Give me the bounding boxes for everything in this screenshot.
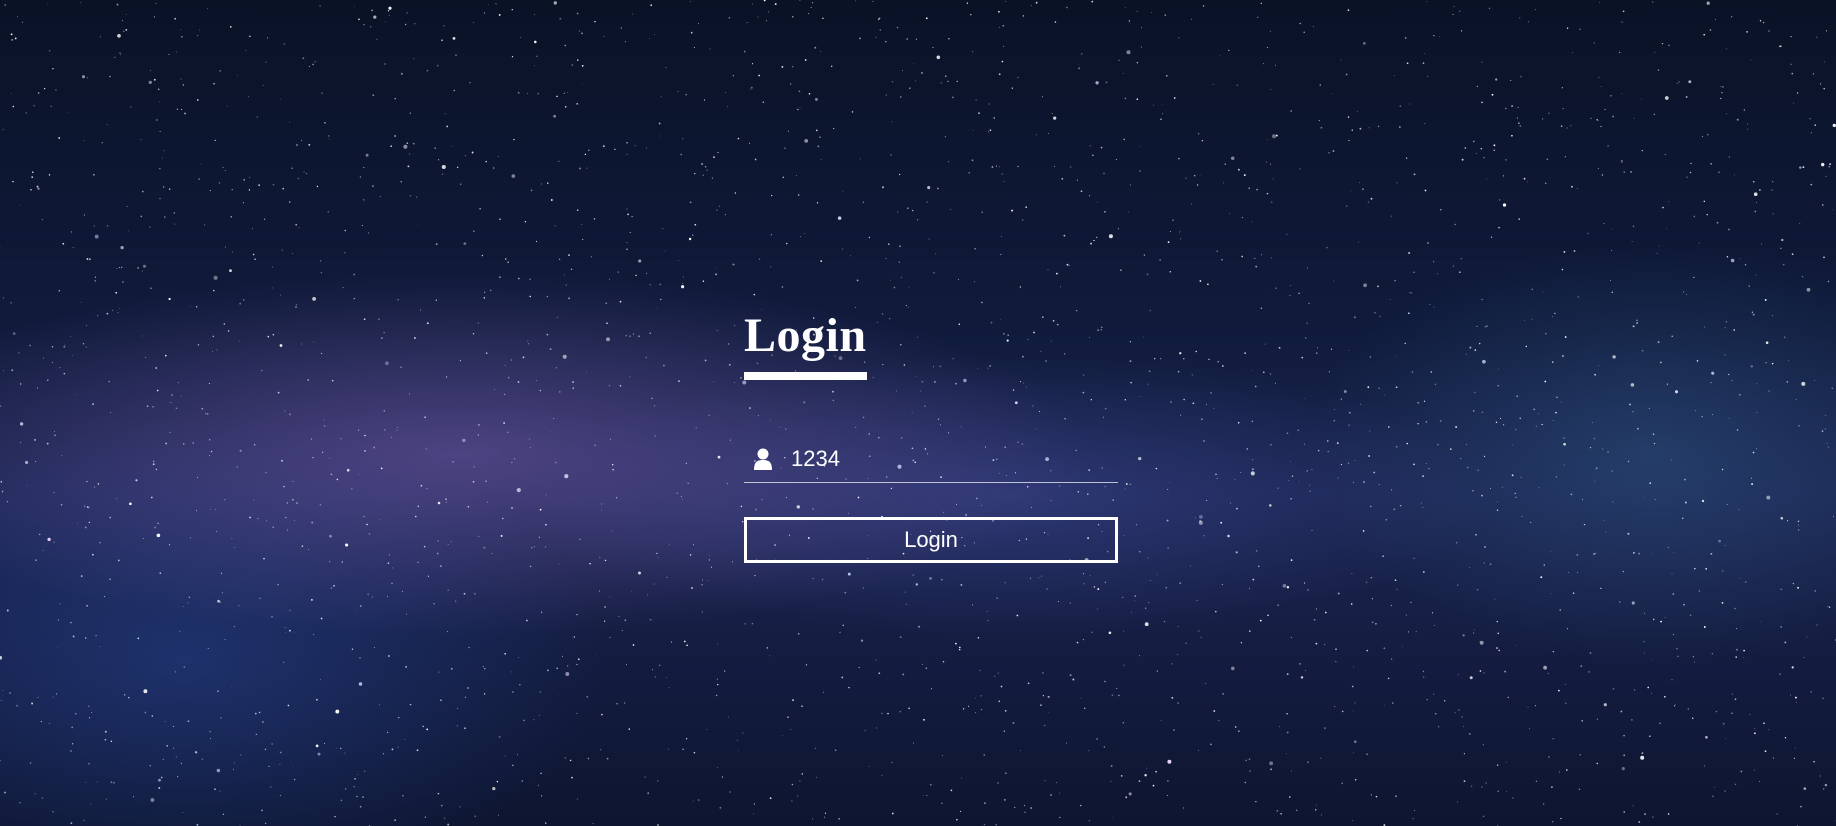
- login-heading: Login: [744, 312, 867, 380]
- login-form: Login Login: [744, 312, 1118, 563]
- login-button[interactable]: Login: [744, 517, 1118, 563]
- user-icon: [753, 447, 773, 471]
- username-field[interactable]: [744, 436, 1118, 483]
- username-input[interactable]: [791, 446, 1091, 472]
